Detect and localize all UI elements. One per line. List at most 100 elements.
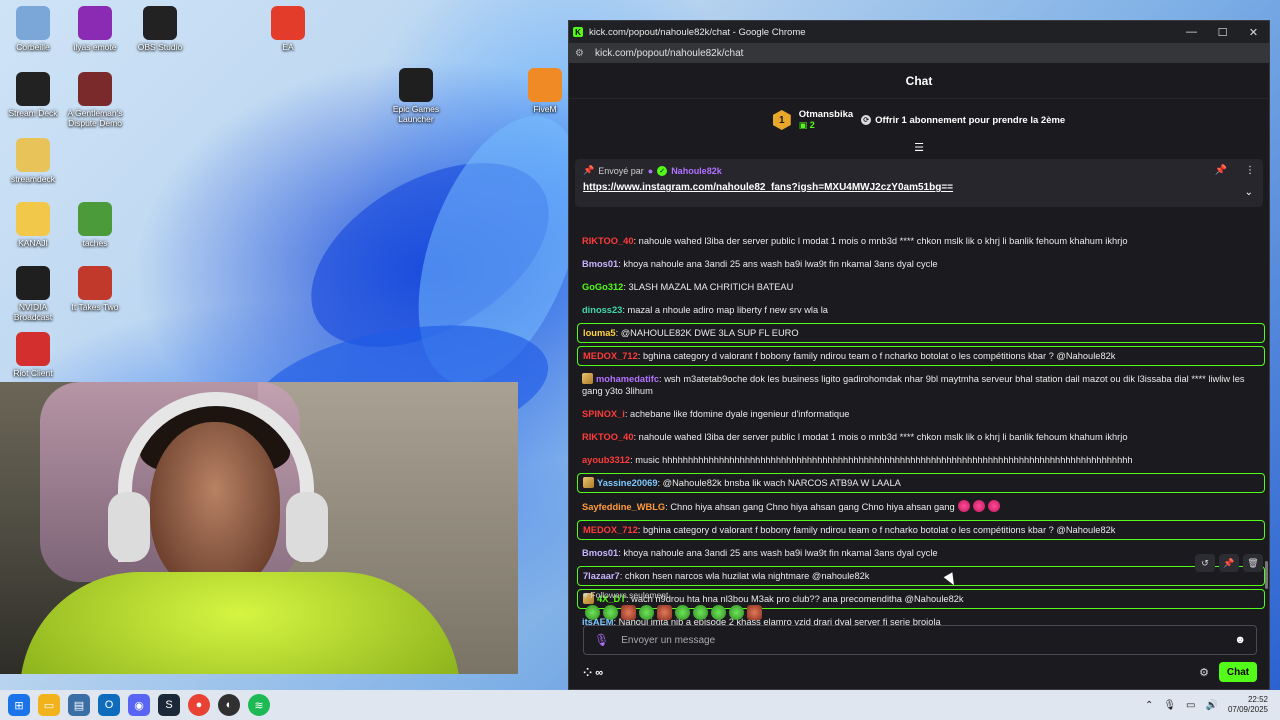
kick-points-icon[interactable]: ⁘ ∞ [583,666,603,679]
microphone-icon[interactable]: 🎙 [1163,700,1176,711]
webcam-overlay [0,382,518,674]
chat-username[interactable]: Yassine20069 [597,478,657,488]
chat-username[interactable]: 7lazaar7 [583,571,620,581]
pin-message-icon[interactable]: 📌 [1219,554,1239,572]
gift-sub-button[interactable]: ⟳ Offrir 1 abonnement pour prendre la 2è… [861,115,1065,126]
settings-gear-icon[interactable]: ⚙ [1199,666,1209,679]
message-input[interactable] [621,634,1235,646]
undo-icon[interactable]: ↺ [1195,554,1215,572]
desktop-icon[interactable]: A Gentleman's Dispute Demo [62,72,128,128]
desktop-icon[interactable]: Stream Deck [0,72,66,118]
unpin-icon[interactable]: 📌 [1215,165,1227,176]
maximize-button[interactable]: ☐ [1207,21,1238,43]
chat-message[interactable]: ayoub3312: music hhhhhhhhhhhhhhhhhhhhhhh… [577,450,1265,470]
emote-icon[interactable] [711,605,726,620]
address-bar[interactable]: ⚙ kick.com/popout/nahoule82k/chat [569,43,1269,63]
app-icon [16,332,50,366]
store-icon[interactable]: ▤ [68,694,90,716]
chat-message[interactable]: RIKTOO_40: nahoule wahed l3iba der serve… [577,231,1265,251]
chat-message[interactable]: Bmos01: khoya nahoule ana 3andi 25 ans w… [577,543,1265,563]
steam-icon[interactable]: S [158,694,180,716]
message-input-box: 🎙 ☻ [583,625,1257,655]
file-explorer-icon[interactable]: ▭ [38,694,60,716]
chat-message[interactable]: 7lazaar7: chkon hsen narcos wla huzilat … [577,566,1265,586]
mod-tools: ↺ 📌 🗑 [1195,554,1263,572]
desktop-icon[interactable]: Corbeille [0,6,66,52]
chat-message[interactable]: Sayfeddine_WBLG: Chno hiya ahsan gang Ch… [577,496,1265,517]
chat-message[interactable]: Yassine20069: @Nahoule82k bnsba lik wach… [577,473,1265,493]
desktop-icon[interactable]: OBS Studio [127,6,193,52]
desktop-icon[interactable]: streamdeck [0,138,66,184]
chrome-icon[interactable]: ● [188,694,210,716]
desktop-icon[interactable]: It Takes Two [62,266,128,312]
desktop-icon-label: Stream Deck [8,108,58,118]
pinned-user[interactable]: Nahoule82k [671,166,722,176]
volume-icon[interactable]: 🔊 [1206,700,1218,711]
app-icon [143,6,177,40]
chat-message[interactable]: MEDOX_712: bghina category d valorant f … [577,346,1265,366]
desktop-icon[interactable]: Riot Client [0,332,66,378]
chat-username[interactable]: MEDOX_712 [583,525,638,535]
desktop-icon[interactable]: taches [62,202,128,248]
clock[interactable]: 22:52 07/09/2025 [1228,695,1268,715]
network-icon[interactable]: ▭ [1186,700,1195,711]
chat-message[interactable]: dinoss23: mazal a nhoule adiro map liber… [577,300,1265,320]
desktop-icon-label: It Takes Two [71,302,119,312]
chat-username[interactable]: SPINOX_i [582,409,625,419]
emote-icon[interactable] [621,605,636,620]
outlook-icon[interactable]: O [98,694,120,716]
gift-user[interactable]: Otmansbika [799,109,853,120]
desktop-icon[interactable]: Epic Games Launcher [383,68,449,124]
chevron-down-icon[interactable]: ⌄ [1245,187,1253,198]
spotify-icon[interactable]: ≋ [248,694,270,716]
emote-icon[interactable] [729,605,744,620]
emote-icon[interactable] [675,605,690,620]
chat-username[interactable]: MEDOX_712 [583,351,638,361]
close-button[interactable]: ✕ [1238,21,1269,43]
chat-username[interactable]: louma5 [583,328,616,338]
chat-username[interactable]: ayoub3312 [582,455,630,465]
emoji-picker-icon[interactable]: ☻ [1234,634,1246,646]
delete-icon[interactable]: 🗑 [1243,554,1263,572]
desktop-icon[interactable]: KANAJI [0,202,66,248]
more-options-icon[interactable]: ⋮ [1245,165,1255,176]
obs-icon[interactable]: ◐ [218,694,240,716]
chat-username[interactable]: RIKTOO_40 [582,432,634,442]
windows-start-icon[interactable]: ⊞ [8,694,30,716]
scrollbar[interactable] [1265,561,1268,589]
chat-username[interactable]: Bmos01 [582,259,618,269]
minimize-button[interactable]: — [1176,21,1207,43]
chat-username[interactable]: Sayfeddine_WBLG [582,502,665,512]
emote-icon[interactable] [693,605,708,620]
chat-message[interactable]: MEDOX_712: bghina category d valorant f … [577,520,1265,540]
desktop-icon[interactable]: NVIDIA Broadcast [0,266,66,322]
emote-icon[interactable] [747,605,762,620]
chat-username[interactable]: GoGo312 [582,282,623,292]
chat-message[interactable]: RIKTOO_40: nahoule wahed l3iba der serve… [577,427,1265,447]
chat-text: : bghina category d valorant f bobony fa… [637,525,1116,535]
pinned-link[interactable]: https://www.instagram.com/nahoule82_fans… [583,182,1255,193]
chat-message[interactable]: Bmos01: khoya nahoule ana 3andi 25 ans w… [577,254,1265,274]
chat-message[interactable]: SPINOX_i: achebane like fdomine dyale in… [577,404,1265,424]
chat-username[interactable]: RIKTOO_40 [582,236,634,246]
emote-icon[interactable] [585,605,600,620]
chat-username[interactable]: mohamedatifc [596,374,659,384]
chevron-up-icon[interactable]: ⌃ [1145,700,1153,711]
chat-message[interactable]: mohamedatifc: wsh m3atetab9oche dok les … [577,369,1265,401]
chat-message[interactable]: louma5: @NAHOULE82K DWE 3LA SUP FL EURO [577,323,1265,343]
site-settings-icon[interactable]: ⚙ [575,48,589,59]
emote-icon[interactable] [639,605,654,620]
url-text[interactable]: kick.com/popout/nahoule82k/chat [595,48,743,59]
chat-username[interactable]: Bmos01 [582,548,618,558]
chat-message[interactable]: GoGo312: 3LASH MAZAL MA CHRITICH BATEAU [577,277,1265,297]
chat-username[interactable]: dinoss23 [582,305,622,315]
desktop-icon-label: Corbeille [16,42,50,52]
mic-icon[interactable]: 🎙 [594,633,609,647]
discord-icon[interactable]: ◉ [128,694,150,716]
desktop-icon[interactable]: EA [255,6,321,52]
filter-icon[interactable]: ☰ [569,141,1269,155]
emote-icon[interactable] [657,605,672,620]
send-chat-button[interactable]: Chat [1219,662,1257,682]
desktop-icon[interactable]: ilyas emote [62,6,128,52]
emote-icon[interactable] [603,605,618,620]
